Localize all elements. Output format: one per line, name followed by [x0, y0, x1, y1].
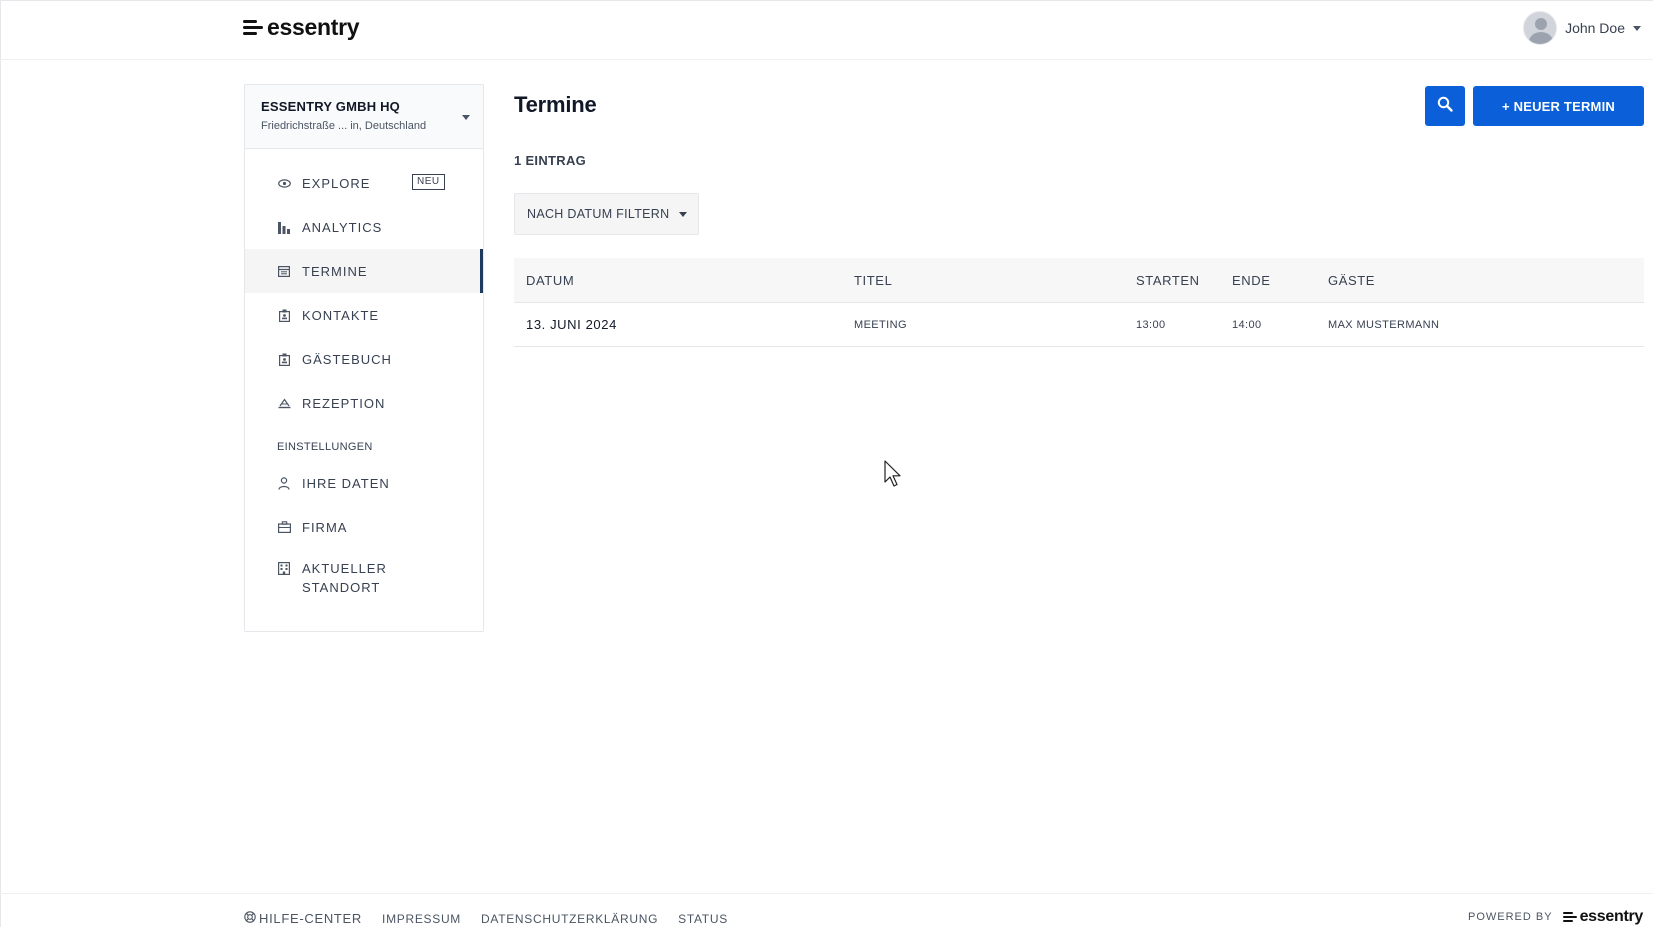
- sidebar-item-rezeption[interactable]: REZEPTION: [245, 381, 483, 425]
- privacy-link[interactable]: DATENSCHUTZERKLÄRUNG: [481, 912, 658, 926]
- help-center-link[interactable]: HILFE-CENTER: [244, 911, 362, 926]
- brand-name: essentry: [267, 14, 360, 40]
- sidebar-item-label: REZEPTION: [302, 395, 386, 411]
- cell-title: MEETING: [854, 318, 907, 331]
- appointments-table: DATUM TITEL STARTEN ENDE GÄSTE 13. JUNI …: [514, 258, 1644, 347]
- column-header-gaeste[interactable]: GÄSTE: [1316, 273, 1644, 288]
- sidebar: ESSENTRY GMBH HQ Friedrichstraße ... in,…: [244, 84, 484, 632]
- cell-guests: MAX MUSTERMANN: [1328, 318, 1440, 331]
- logo-mark-icon: [243, 20, 263, 35]
- footer-links: HILFE-CENTER IMPRESSUM DATENSCHUTZERKLÄR…: [244, 911, 728, 926]
- sidebar-item-label: KONTAKTE: [302, 307, 380, 323]
- powered-by-label: POWERED BY: [1468, 911, 1553, 923]
- entry-count: 1 EINTRAG: [514, 153, 587, 168]
- column-header-starten[interactable]: STARTEN: [1124, 273, 1220, 288]
- sidebar-item-kontakte[interactable]: KONTAKTE: [245, 293, 483, 337]
- building-icon: [277, 561, 291, 575]
- guestbook-icon: [277, 352, 291, 366]
- sidebar-item-gaestebuch[interactable]: GÄSTEBUCH: [245, 337, 483, 381]
- status-link[interactable]: STATUS: [678, 912, 728, 926]
- sidebar-item-firma[interactable]: FIRMA: [245, 505, 483, 549]
- sidebar-item-label: AKTUELLER STANDORT: [302, 561, 387, 595]
- sidebar-item-analytics[interactable]: ANALYTICS: [245, 205, 483, 249]
- bar-chart-icon: [277, 220, 291, 234]
- avatar: [1523, 11, 1558, 45]
- sidebar-item-label: ANALYTICS: [302, 219, 383, 235]
- footer-brand-name: essentry: [1579, 908, 1644, 925]
- eye-icon: [277, 176, 291, 190]
- location-name: ESSENTRY GMBH HQ: [261, 99, 400, 114]
- location-selector[interactable]: ESSENTRY GMBH HQ Friedrichstraße ... in,…: [245, 85, 483, 149]
- table-header: DATUM TITEL STARTEN ENDE GÄSTE: [514, 258, 1644, 303]
- chevron-down-icon: [679, 211, 688, 217]
- reception-bell-icon: [277, 396, 291, 410]
- date-filter-label: NACH DATUM FILTERN: [527, 207, 670, 221]
- mouse-pointer-icon: [884, 460, 904, 488]
- sidebar-item-explore[interactable]: EXPLORE NEU: [245, 161, 483, 205]
- brand-logo[interactable]: essentry: [243, 14, 360, 41]
- new-badge: NEU: [412, 174, 445, 190]
- person-icon: [277, 476, 291, 490]
- search-button[interactable]: [1425, 86, 1465, 126]
- search-icon: [1437, 96, 1453, 117]
- sidebar-item-ihre-daten[interactable]: IHRE DATEN: [245, 461, 483, 505]
- sidebar-item-aktueller-standort[interactable]: AKTUELLER STANDORT: [245, 549, 483, 605]
- sidebar-item-label: GÄSTEBUCH: [302, 351, 392, 367]
- sidebar-item-label: EXPLORE: [302, 175, 371, 191]
- logo-mark-icon: [1562, 912, 1577, 922]
- sidebar-nav: EXPLORE NEU ANALYTICS TERMINE KONTAKTE G…: [245, 149, 483, 605]
- footer: HILFE-CENTER IMPRESSUM DATENSCHUTZERKLÄR…: [0, 893, 1653, 927]
- column-header-titel[interactable]: TITEL: [842, 273, 1124, 288]
- impressum-link[interactable]: IMPRESSUM: [382, 912, 461, 926]
- chevron-down-icon: [1633, 25, 1641, 31]
- sidebar-item-label: IHRE DATEN: [302, 475, 390, 491]
- briefcase-icon: [277, 520, 291, 534]
- help-lifebuoy-icon: [244, 911, 256, 926]
- cell-date: 13. JUNI 2024: [526, 317, 617, 332]
- calendar-icon: [277, 264, 291, 278]
- top-header: essentry John Doe: [0, 0, 1653, 60]
- settings-section-title: EINSTELLUNGEN: [277, 441, 373, 453]
- powered-by: POWERED BY essentry: [1468, 908, 1643, 926]
- sidebar-item-termine[interactable]: TERMINE: [245, 249, 483, 293]
- chevron-down-icon: [462, 115, 470, 120]
- column-header-ende[interactable]: ENDE: [1220, 273, 1316, 288]
- table-row[interactable]: 13. JUNI 2024 MEETING 13:00 14:00 MAX MU…: [514, 303, 1644, 347]
- new-appointment-button[interactable]: + NEUER TERMIN: [1473, 86, 1644, 126]
- page-title: Termine: [514, 92, 597, 117]
- sidebar-item-label: FIRMA: [302, 519, 348, 535]
- user-menu[interactable]: John Doe: [1523, 11, 1641, 45]
- contact-badge-icon: [277, 308, 291, 322]
- footer-brand-logo[interactable]: essentry: [1562, 908, 1644, 926]
- help-center-label: HILFE-CENTER: [259, 911, 363, 926]
- column-header-datum[interactable]: DATUM: [514, 273, 842, 288]
- cell-start: 13:00: [1136, 318, 1166, 331]
- location-address: Friedrichstraße ... in, Deutschland: [261, 120, 427, 132]
- user-name: John Doe: [1565, 20, 1625, 36]
- sidebar-item-label: TERMINE: [302, 263, 368, 279]
- date-filter-dropdown[interactable]: NACH DATUM FILTERN: [514, 193, 699, 235]
- cell-end: 14:00: [1232, 318, 1262, 331]
